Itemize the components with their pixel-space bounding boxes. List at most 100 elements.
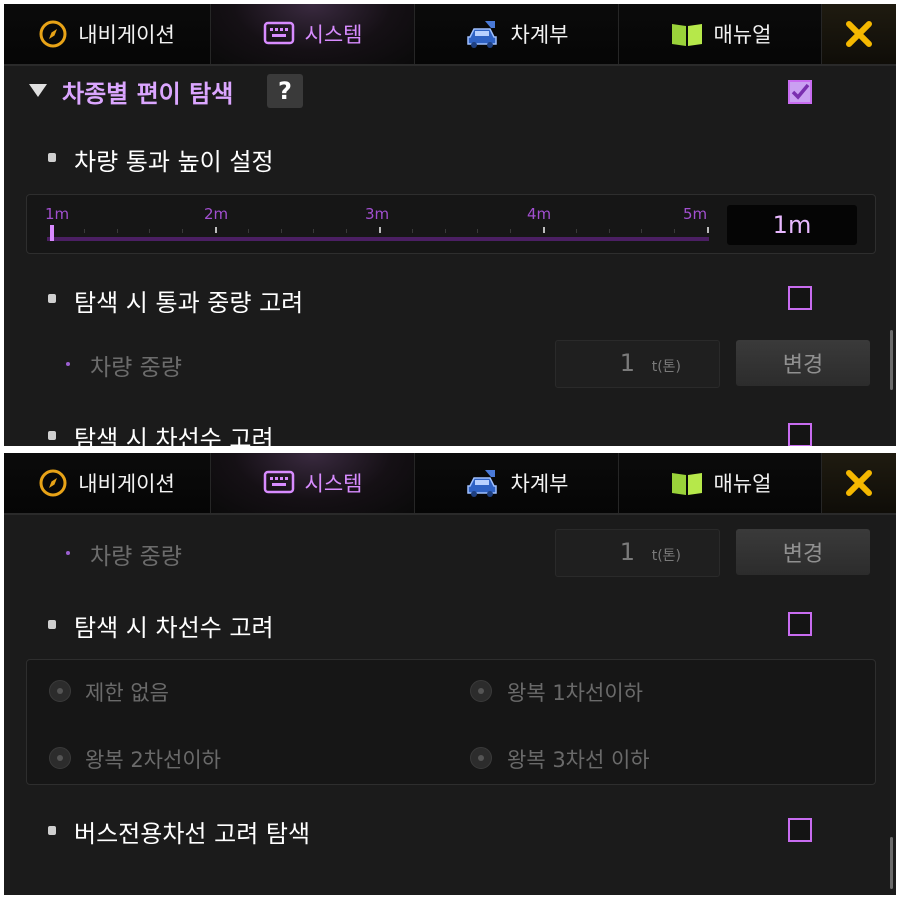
scrollbar[interactable] (890, 837, 893, 889)
height-slider-track[interactable] (47, 237, 709, 241)
vehicle-weight-label: 차량 중량 (90, 544, 182, 570)
major-tick (215, 227, 217, 233)
compass-icon (39, 20, 67, 48)
lane-option-label[interactable]: 왕복 3차선 이하 (507, 744, 650, 774)
tick-label: 1m (45, 205, 70, 223)
change-weight-button[interactable]: 변경 (736, 340, 870, 386)
tab-manual-label: 매뉴얼 (713, 472, 772, 496)
bullet (48, 153, 56, 162)
lane-option-label[interactable]: 왕복 1차선이하 (507, 677, 643, 707)
lane-options-box: 제한 없음 왕복 1차선이하 왕복 2차선이하 왕복 3차선 이하 (26, 659, 876, 785)
book-icon (671, 473, 702, 495)
tab-navigation-label: 내비게이션 (78, 23, 175, 47)
change-weight-button[interactable]: 변경 (736, 529, 870, 575)
checkmark-icon (791, 83, 810, 100)
tick-label: 2m (204, 205, 229, 223)
lane-setting-label: 탐색 시 차선수 고려 (74, 425, 274, 446)
bullet (48, 431, 56, 440)
car-icon (466, 21, 497, 48)
height-setting-label: 차량 통과 높이 설정 (74, 148, 274, 176)
vehicle-weight-row: 차량 중량 1 t(톤) 변경 (4, 338, 874, 388)
tab-navigation-label: 내비게이션 (78, 472, 175, 496)
collapse-triangle-icon[interactable] (29, 84, 47, 97)
vehicle-weight-unit: t(톤) (651, 359, 681, 375)
minor-tick (116, 229, 118, 233)
lane-setting-checkbox[interactable] (788, 423, 812, 446)
section-title: 차종별 편이 탐색 (62, 80, 234, 108)
tab-system-label: 시스템 (304, 23, 363, 47)
bullet (48, 826, 56, 835)
minor-tick (280, 229, 282, 233)
close-icon (846, 470, 872, 496)
minor-tick (247, 229, 249, 233)
height-setting-row: 차량 통과 높이 설정 (4, 136, 874, 176)
lane-option-radio[interactable] (470, 680, 492, 702)
minor-tick (411, 229, 413, 233)
major-tick (543, 227, 545, 233)
height-value-display: 1m (727, 205, 857, 245)
compass-icon (39, 469, 67, 497)
close-button[interactable] (821, 453, 896, 513)
close-button[interactable] (821, 4, 896, 64)
tab-manual[interactable]: 매뉴얼 (618, 4, 822, 64)
minor-tick (346, 229, 348, 233)
bus-lane-row: 버스전용차선 고려 탐색 (4, 809, 874, 849)
tick-label: 4m (527, 205, 552, 223)
minor-tick (182, 229, 184, 233)
sub-bullet (66, 551, 70, 555)
vehicle-weight-field: 1 t(톤) (555, 340, 720, 388)
tab-navigation[interactable]: 내비게이션 (4, 453, 209, 513)
lane-setting-row: 탐색 시 차선수 고려 (4, 414, 874, 446)
major-tick (379, 227, 381, 233)
vehicle-weight-field: 1 t(톤) (555, 529, 720, 577)
scrollbar[interactable] (890, 330, 893, 390)
tab-manual-label: 매뉴얼 (713, 23, 772, 47)
tab-system[interactable]: 시스템 (210, 4, 414, 64)
lane-setting-row: 탐색 시 차선수 고려 (4, 603, 874, 643)
book-icon (671, 24, 702, 46)
major-tick (707, 227, 709, 233)
settings-content: 차종별 편이 탐색 ? 차량 통과 높이 설정 1m 2m 3m 4m 5m 1… (4, 66, 896, 446)
settings-panel-bottom: 내비게이션 시스템 차계부 매뉴얼 차량 중량 1 t(톤) 변경 탐색 시 차… (4, 453, 896, 895)
minor-tick (313, 229, 315, 233)
lane-option-radio[interactable] (470, 747, 492, 769)
sub-bullet (66, 362, 70, 366)
vehicle-weight-label: 차량 중량 (90, 355, 182, 381)
weight-setting-row: 탐색 시 통과 중량 고려 (4, 278, 874, 318)
lane-setting-label: 탐색 시 차선수 고려 (74, 614, 274, 642)
tab-navigation[interactable]: 내비게이션 (4, 4, 209, 64)
lane-option-radio[interactable] (49, 680, 71, 702)
lane-option-label[interactable]: 제한 없음 (85, 677, 169, 707)
top-navigation: 내비게이션 시스템 차계부 매뉴얼 (4, 4, 896, 66)
lane-option-radio[interactable] (49, 747, 71, 769)
minor-tick (608, 229, 610, 233)
tab-car-ledger[interactable]: 차계부 (414, 453, 618, 513)
lane-option-label[interactable]: 왕복 2차선이하 (85, 744, 221, 774)
tab-system[interactable]: 시스템 (210, 453, 414, 513)
vehicle-weight-unit: t(톤) (651, 548, 681, 564)
vehicle-weight-value: 1 (619, 538, 635, 566)
help-button[interactable]: ? (267, 74, 303, 108)
minor-tick (575, 229, 577, 233)
car-icon (466, 470, 497, 497)
bus-lane-checkbox[interactable] (788, 818, 812, 842)
tab-car-ledger-label: 차계부 (510, 472, 569, 496)
settings-content: 차량 중량 1 t(톤) 변경 탐색 시 차선수 고려 제한 없음 왕복 1차선… (4, 515, 896, 895)
section-header[interactable]: 차종별 편이 탐색 ? (4, 66, 874, 116)
section-checkbox[interactable] (788, 80, 812, 104)
tab-car-ledger[interactable]: 차계부 (414, 4, 618, 64)
weight-setting-checkbox[interactable] (788, 286, 812, 310)
minor-tick (674, 229, 676, 233)
bullet (48, 620, 56, 629)
tab-manual[interactable]: 매뉴얼 (618, 453, 822, 513)
minor-tick (444, 229, 446, 233)
top-navigation: 내비게이션 시스템 차계부 매뉴얼 (4, 453, 896, 515)
weight-setting-label: 탐색 시 통과 중량 고려 (74, 289, 304, 317)
height-slider-handle[interactable] (50, 225, 54, 241)
tick-label: 5m (683, 205, 708, 223)
tab-car-ledger-label: 차계부 (510, 23, 569, 47)
vehicle-weight-value: 1 (619, 349, 635, 377)
minor-tick (149, 229, 151, 233)
close-icon (846, 21, 872, 47)
lane-setting-checkbox[interactable] (788, 612, 812, 636)
